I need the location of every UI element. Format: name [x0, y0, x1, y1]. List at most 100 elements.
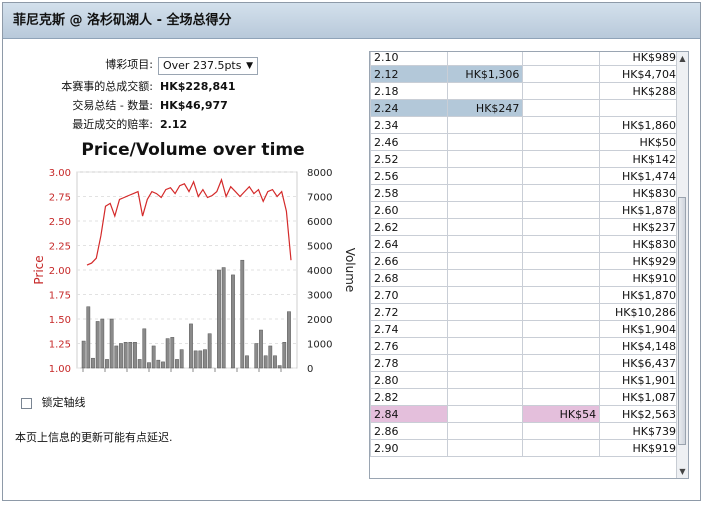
cell-lay — [522, 82, 601, 100]
odds-table-panel[interactable]: 2.10 HK$989 2.12 HK$1,306 HK$4,704 2.18 HK$288… — [369, 51, 689, 479]
cell-back — [446, 439, 524, 457]
cell-lay — [522, 133, 601, 151]
table-row[interactable]: 2.60 HK$1,878 — [370, 201, 680, 219]
volume-tick-label: 0 — [307, 364, 313, 375]
scroll-down-icon[interactable]: ▼ — [677, 467, 688, 476]
table-row[interactable]: 2.78 HK$6,437 — [370, 354, 680, 372]
cell-total: HK$919 — [599, 439, 680, 457]
cell-back — [446, 320, 524, 338]
table-row[interactable]: 2.84 HK$54 HK$2,563 — [370, 405, 680, 423]
volume-bar — [133, 342, 137, 369]
cell-total: HK$142 — [599, 150, 680, 168]
cell-total: HK$910 — [599, 269, 680, 287]
table-scrollbar[interactable]: ▲ ▼ — [676, 52, 688, 478]
volume-bar — [81, 340, 86, 369]
cell-odds: 2.64 — [370, 235, 448, 253]
cell-back — [446, 82, 524, 100]
cell-back — [446, 52, 524, 66]
cell-total: HK$830 — [599, 235, 680, 253]
table-row[interactable]: 2.82 HK$1,087 — [370, 388, 680, 406]
cell-back — [446, 286, 524, 304]
table-row[interactable]: 2.10 HK$989 — [370, 52, 680, 66]
price-tick-label: 1.50 — [49, 315, 71, 326]
lock-axis-label: 锁定轴线 — [41, 396, 86, 409]
table-row[interactable]: 2.64 HK$830 — [370, 235, 680, 253]
cell-lay — [522, 337, 601, 355]
cell-total: HK$1,878 — [599, 201, 680, 219]
cell-lay: HK$54 — [522, 405, 601, 423]
price-tick-label: 1.00 — [49, 364, 71, 375]
table-row[interactable]: 2.24 HK$247 — [370, 99, 680, 117]
scroll-thumb[interactable] — [678, 197, 686, 445]
cell-odds: 2.18 — [370, 82, 448, 100]
volume-bar — [147, 362, 151, 369]
scroll-up-icon[interactable]: ▲ — [677, 54, 688, 63]
table-row[interactable]: 2.18 HK$288 — [370, 82, 680, 100]
cell-total: HK$288 — [599, 82, 680, 100]
cell-total: HK$237 — [599, 218, 680, 236]
table-row[interactable]: 2.56 HK$1,474 — [370, 167, 680, 185]
table-row[interactable]: 2.34 HK$1,860 — [370, 116, 680, 134]
table-row[interactable]: 2.76 HK$4,148 — [370, 337, 680, 355]
price-tick-label: 2.75 — [49, 193, 71, 204]
bet-label: 博彩项目: — [105, 58, 153, 71]
cell-odds: 2.62 — [370, 218, 448, 236]
cell-lay — [522, 235, 601, 253]
table-row[interactable]: 2.90 HK$919 — [370, 439, 680, 457]
cell-lay — [522, 150, 601, 168]
cell-total: HK$10,286 — [599, 303, 680, 321]
cell-odds: 2.80 — [370, 371, 448, 389]
cell-total: HK$830 — [599, 184, 680, 202]
cell-lay — [522, 422, 601, 440]
odds-value: 2.12 — [160, 118, 188, 131]
table-row[interactable]: 2.74 HK$1,904 — [370, 320, 680, 338]
cell-back — [446, 184, 524, 202]
table-row[interactable]: 2.58 HK$830 — [370, 184, 680, 202]
volume-bar — [165, 338, 170, 369]
table-row[interactable]: 2.46 HK$50 — [370, 133, 680, 151]
cell-odds: 2.58 — [370, 184, 448, 202]
table-row[interactable]: 2.70 HK$1,870 — [370, 286, 680, 304]
bet-select-value: Over 237.5pts — [163, 59, 242, 72]
volume-bar — [95, 321, 100, 369]
volume-bar — [198, 350, 203, 369]
cell-odds: 2.60 — [370, 201, 448, 219]
table-row[interactable]: 2.72 HK$10,286 — [370, 303, 680, 321]
cell-lay — [522, 439, 601, 457]
cell-total — [599, 99, 680, 117]
bet-select[interactable]: Over 237.5pts ▼ — [158, 57, 258, 75]
volume-axis-label: Volume — [343, 248, 357, 293]
volume-value: HK$46,977 — [160, 99, 228, 112]
table-row[interactable]: 2.12 HK$1,306 HK$4,704 — [370, 65, 680, 83]
table-row[interactable]: 2.80 HK$1,901 — [370, 371, 680, 389]
table-row[interactable]: 2.86 HK$739 — [370, 422, 680, 440]
cell-back — [446, 269, 524, 287]
volume-tick-label: 1000 — [307, 340, 332, 351]
table-row[interactable]: 2.68 HK$910 — [370, 269, 680, 287]
volume-bar — [151, 345, 156, 369]
volume-bar — [179, 349, 184, 369]
cell-total: HK$1,904 — [599, 320, 680, 338]
cell-lay — [522, 371, 601, 389]
cell-odds: 2.86 — [370, 422, 448, 440]
volume-bar — [273, 355, 277, 369]
volume-bar — [109, 318, 114, 369]
volume-bar — [128, 342, 133, 369]
table-row[interactable]: 2.62 HK$237 — [370, 218, 680, 236]
cell-lay — [522, 286, 601, 304]
cell-total: HK$50 — [599, 133, 680, 151]
volume-bar — [189, 323, 193, 369]
total-value: HK$228,841 — [160, 80, 236, 93]
volume-bar — [137, 359, 142, 369]
window-title: 菲尼克斯 @ 洛杉矶湖人 - 全场总得分 — [3, 3, 700, 39]
cell-lay — [522, 116, 601, 134]
cell-total: HK$6,437 — [599, 354, 680, 372]
table-row[interactable]: 2.52 HK$142 — [370, 150, 680, 168]
lock-axis-toggle[interactable]: 锁定轴线 — [21, 395, 86, 411]
volume-bar — [100, 318, 105, 369]
price-axis-label: Price — [32, 255, 46, 284]
table-row[interactable]: 2.66 HK$929 — [370, 252, 680, 270]
chevron-down-icon: ▼ — [246, 61, 253, 71]
lock-axis-checkbox[interactable] — [21, 397, 32, 409]
cell-back — [446, 252, 524, 270]
